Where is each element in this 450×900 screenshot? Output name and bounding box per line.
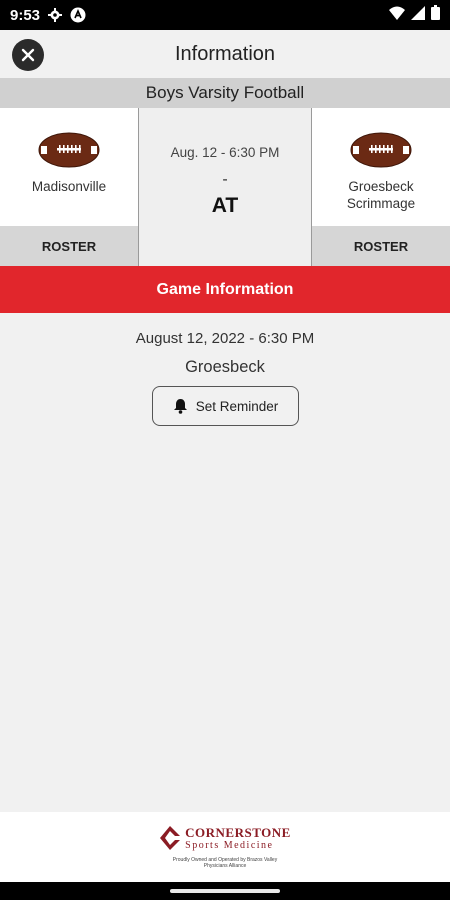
app-notification-icon bbox=[70, 7, 86, 23]
cell-signal-icon bbox=[411, 5, 425, 25]
home-roster-button[interactable]: ROSTER bbox=[0, 226, 138, 266]
game-date-short: Aug. 12 - 6:30 PM bbox=[170, 145, 280, 160]
home-team-card: Madisonville ROSTER bbox=[0, 108, 138, 266]
battery-icon bbox=[431, 5, 440, 25]
home-team-name: Madisonville bbox=[31, 179, 107, 194]
game-location: Groesbeck bbox=[185, 358, 265, 376]
sport-label: Boys Varsity Football bbox=[0, 78, 450, 108]
game-datetime: August 12, 2022 - 6:30 PM bbox=[135, 330, 315, 347]
sponsor-subtitle: Sports Medicine bbox=[185, 839, 274, 851]
wifi-icon bbox=[389, 6, 405, 25]
sponsor-logo[interactable]: CORNERSTONE Sports Medicine Proudly Owne… bbox=[159, 825, 291, 869]
status-bar: 9:53 bbox=[0, 0, 450, 30]
set-reminder-button[interactable]: Set Reminder bbox=[152, 386, 299, 426]
away-roster-button[interactable]: ROSTER bbox=[312, 226, 450, 266]
football-icon bbox=[38, 132, 100, 168]
close-button[interactable] bbox=[12, 39, 44, 71]
system-nav-bar bbox=[0, 882, 450, 900]
home-gesture-handle[interactable] bbox=[170, 889, 280, 893]
versus-label: AT bbox=[211, 194, 239, 217]
away-team-card: Groesbeck Scrimmage ROSTER bbox=[312, 108, 450, 266]
bell-icon bbox=[173, 399, 187, 414]
set-reminder-label: Set Reminder bbox=[195, 398, 279, 414]
close-icon bbox=[21, 48, 35, 62]
status-time: 9:53 bbox=[10, 6, 41, 24]
page-title: Information bbox=[174, 42, 276, 65]
matchup-panel: Madisonville ROSTER Aug. 12 - 6:30 PM - … bbox=[0, 108, 450, 266]
sponsor-name: CORNERSTONE bbox=[185, 824, 291, 840]
away-team-name: Groesbeck Scrimmage bbox=[346, 179, 416, 211]
game-summary: Aug. 12 - 6:30 PM - AT bbox=[138, 108, 312, 266]
app-header: Information bbox=[0, 30, 450, 78]
sponsor-footer: CORNERSTONE Sports Medicine Proudly Owne… bbox=[0, 812, 450, 882]
football-icon bbox=[350, 132, 412, 168]
game-information-header: Game Information bbox=[0, 266, 450, 313]
settings-gear-icon bbox=[48, 8, 63, 22]
sponsor-tagline: Proudly Owned and Operated by Brazos Val… bbox=[172, 857, 278, 869]
cornerstone-logo-icon bbox=[160, 826, 181, 850]
game-score: - bbox=[222, 171, 228, 188]
